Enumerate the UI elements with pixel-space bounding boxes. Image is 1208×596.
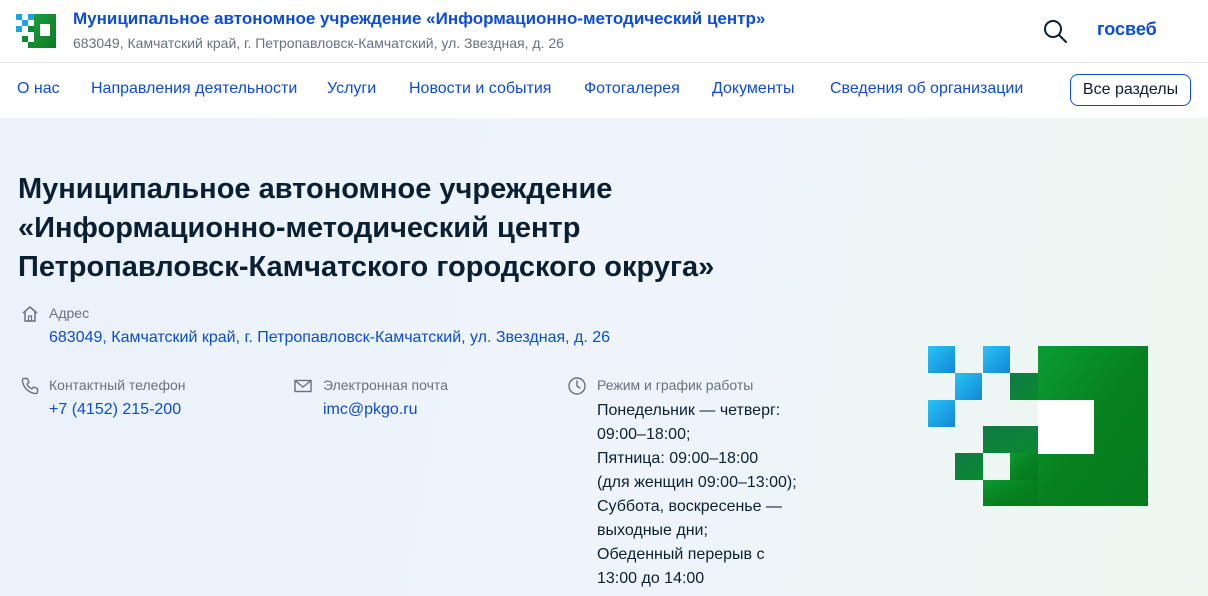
schedule-line: 13:00 до 14:00 [597,570,705,587]
schedule-line: Суббота, воскресенье — [597,498,782,515]
nav-item-directions[interactable]: Направления деятельности [91,80,297,98]
phone-link[interactable]: +7 (4152) 215-200 [49,401,181,419]
nav-item-gallery[interactable]: Фотогалерея [584,80,680,98]
schedule-line: (для женщин 09:00–13:00); [597,474,797,491]
schedule-line: выходные дни; [597,522,708,539]
main-nav: О нас Направления деятельности Услуги Но… [0,63,1208,118]
site-header: Муниципальное автономное учреждение «Инф… [0,0,1208,62]
schedule-line: Пятница: 09:00–18:00 [597,450,759,467]
page-title-line: Петропавловск-Камчатского городского окр… [18,251,715,283]
all-sections-button[interactable]: Все разделы [1070,74,1191,106]
address-label: Адрес [49,305,90,321]
org-title-link[interactable]: Муниципальное автономное учреждение «Инф… [73,9,765,29]
nav-item-news[interactable]: Новости и события [409,80,551,98]
page-title: Муниципальное автономное учреждение «Инф… [18,170,818,287]
page-title-line: «Информационно-методический центр [18,212,581,244]
hero-section: Муниципальное автономное учреждение «Инф… [0,118,1208,596]
nav-item-documents[interactable]: Документы [712,80,794,98]
nav-item-services[interactable]: Услуги [327,80,376,98]
nav-item-about[interactable]: О нас [17,80,60,98]
phone-icon [21,377,39,395]
envelope-icon [294,379,312,393]
schedule-label: Режим и график работы [597,377,754,393]
address-link[interactable]: 683049, Камчатский край, г. Петропавловс… [49,329,610,347]
nav-item-org-info[interactable]: Сведения об организации [830,80,1023,98]
home-icon [22,306,38,322]
schedule-line: Понедельник — четверг: [597,402,781,419]
clock-icon [568,377,586,395]
org-address: 683049, Камчатский край, г. Петропавловс… [73,35,564,51]
phone-label: Контактный телефон [49,377,186,393]
email-label: Электронная почта [323,377,448,393]
page-title-line: Муниципальное автономное учреждение [18,173,613,205]
email-link[interactable]: imc@pkgo.ru [323,401,418,419]
gosweb-logo-icon[interactable] [16,14,56,48]
search-icon[interactable] [1041,17,1069,45]
gosweb-logo-large-icon [928,346,1148,506]
gosweb-brand-link[interactable]: госвеб [1097,19,1157,40]
schedule-line: 09:00–18:00; [597,426,691,443]
schedule-line: Обеденный перерыв с [597,546,765,563]
